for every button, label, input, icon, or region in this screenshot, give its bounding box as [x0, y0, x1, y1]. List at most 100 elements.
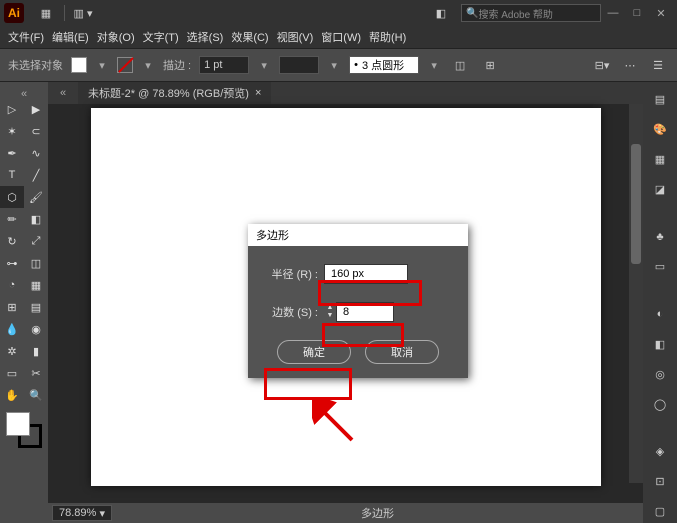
separator	[64, 5, 65, 21]
align-icon[interactable]: ⊟▾	[591, 54, 613, 76]
menu-select[interactable]: 选择(S)	[187, 29, 224, 45]
hand-tool[interactable]: ✋	[0, 384, 24, 406]
variable-width-profile[interactable]	[279, 56, 319, 74]
stroke-weight-dropdown-icon[interactable]: ▾	[257, 59, 271, 72]
symbols-panel-icon[interactable]: ♣	[648, 226, 672, 248]
brush-definition[interactable]: • 3 点圆形	[349, 56, 419, 74]
style-icon[interactable]: ⊞	[479, 54, 501, 76]
color-panel-icon[interactable]: 🎨	[648, 118, 672, 140]
gradient-tool[interactable]: ▤	[24, 296, 48, 318]
opacity-icon[interactable]: ◫	[449, 54, 471, 76]
type-tool[interactable]: T	[0, 164, 24, 186]
direct-selection-tool[interactable]: ▶	[24, 98, 48, 120]
menu-file[interactable]: 文件(F)	[8, 29, 44, 45]
fill-dropdown-icon[interactable]: ▾	[95, 59, 109, 72]
layers-panel-icon[interactable]: ◈	[648, 441, 672, 463]
stroke-label: 描边 :	[163, 57, 191, 73]
brushes-panel-icon[interactable]: ◪	[648, 178, 672, 200]
arrange-docs-icon[interactable]: ▥ ▾	[71, 3, 95, 23]
graphic-styles-panel-icon[interactable]: ◯	[648, 393, 672, 415]
magic-wand-tool[interactable]: ✶	[0, 120, 24, 142]
properties-panel-icon[interactable]: ▤	[648, 88, 672, 110]
status-bar: 78.89%▾ 多边形	[48, 503, 643, 523]
menu-bar: 文件(F) 编辑(E) 对象(O) 文字(T) 选择(S) 效果(C) 视图(V…	[0, 26, 677, 48]
artboards-panel-icon[interactable]: ▢	[648, 501, 672, 523]
minimize-button[interactable]: —	[601, 3, 625, 23]
brush-dropdown-icon[interactable]: ▾	[427, 59, 441, 72]
polygon-tool[interactable]: ⬡	[0, 186, 24, 208]
shaper-tool[interactable]: ✏	[0, 208, 24, 230]
toolbox-collapse-icon[interactable]: «	[0, 88, 48, 98]
sides-stepper[interactable]: ▲▼	[324, 302, 336, 322]
lasso-tool[interactable]: ⊂	[24, 120, 48, 142]
search-placeholder: 搜索 Adobe 帮助	[478, 6, 552, 21]
zoom-input[interactable]: 78.89%▾	[52, 505, 112, 521]
scale-tool[interactable]: ⤢	[24, 230, 48, 252]
eyedropper-tool[interactable]: 💧	[0, 318, 24, 340]
curvature-tool[interactable]: ∿	[24, 142, 48, 164]
free-transform-tool[interactable]: ◫	[24, 252, 48, 274]
preferences-icon[interactable]: ⋯	[619, 54, 641, 76]
stroke-dropdown-icon[interactable]: ▾	[141, 59, 155, 72]
menu-help[interactable]: 帮助(H)	[369, 29, 406, 45]
maximize-button[interactable]: □	[625, 3, 649, 23]
rotate-tool[interactable]: ↻	[0, 230, 24, 252]
panel-menu-icon[interactable]: ☰	[647, 54, 669, 76]
paintbrush-tool[interactable]: 🖌	[24, 186, 48, 208]
menu-edit[interactable]: 编辑(E)	[52, 29, 89, 45]
toolbox: « ▷▶ ✶⊂ ✒∿ T╱ ⬡🖌 ✏◧ ↻⤢ ⊶◫ ◔▦ ⊞▤ 💧◉ ✲▮ ▭✂…	[0, 82, 48, 523]
panel-collapse-icon[interactable]: «	[48, 87, 78, 99]
slice-tool[interactable]: ✂	[24, 362, 48, 384]
selection-tool[interactable]: ▷	[0, 98, 24, 120]
menu-view[interactable]: 视图(V)	[277, 29, 314, 45]
close-button[interactable]: ✕	[649, 3, 673, 23]
sides-input[interactable]: 8	[336, 302, 394, 322]
shape-builder-tool[interactable]: ◔	[0, 274, 24, 296]
tab-title: 未标题-2* @ 78.89% (RGB/预览)	[88, 85, 249, 101]
fill-color-icon[interactable]	[6, 412, 30, 436]
gpu-icon[interactable]: ◧	[429, 3, 453, 23]
appearance-panel-icon[interactable]: ◎	[648, 363, 672, 385]
right-dock: ▤ 🎨 ▦ ◪ ♣ ▭ ◐ ◧ ◎ ◯ ◈ ⊡ ▢	[643, 82, 677, 523]
stroke-panel-icon[interactable]: ▭	[648, 256, 672, 278]
radius-input[interactable]: 160 px	[324, 264, 408, 284]
fill-stroke-control[interactable]	[6, 412, 42, 448]
perspective-tool[interactable]: ▦	[24, 274, 48, 296]
menu-window[interactable]: 窗口(W)	[321, 29, 361, 45]
search-input[interactable]: 🔍 搜索 Adobe 帮助	[461, 4, 601, 22]
stroke-swatch[interactable]	[117, 57, 133, 73]
control-bar: 未选择对象 ▾ ▾ 描边 : 1 pt ▾ ▾ • 3 点圆形 ▾ ◫ ⊞ ⊟▾…	[0, 48, 677, 82]
app-logo: Ai	[4, 3, 24, 23]
menu-object[interactable]: 对象(O)	[97, 29, 135, 45]
gradient-panel-icon[interactable]: ◐	[648, 303, 672, 325]
eraser-tool[interactable]: ◧	[24, 208, 48, 230]
symbol-sprayer-tool[interactable]: ✲	[0, 340, 24, 362]
mesh-tool[interactable]: ⊞	[0, 296, 24, 318]
bridge-icon[interactable]: ▦	[34, 3, 58, 23]
fill-swatch[interactable]	[71, 57, 87, 73]
pen-tool[interactable]: ✒	[0, 142, 24, 164]
menu-effect[interactable]: 效果(C)	[231, 29, 268, 45]
menu-type[interactable]: 文字(T)	[143, 29, 179, 45]
asset-export-panel-icon[interactable]: ⊡	[648, 471, 672, 493]
title-bar: Ai ▦ ▥ ▾ ◧ 🔍 搜索 Adobe 帮助 — □ ✕	[0, 0, 677, 26]
graph-tool[interactable]: ▮	[24, 340, 48, 362]
width-tool[interactable]: ⊶	[0, 252, 24, 274]
transparency-panel-icon[interactable]: ◧	[648, 333, 672, 355]
cancel-button[interactable]: 取消	[365, 340, 439, 364]
scrollbar-thumb[interactable]	[631, 144, 641, 264]
radius-label: 半径 (R) :	[262, 266, 324, 282]
profile-dropdown-icon[interactable]: ▾	[327, 59, 341, 72]
sides-label: 边数 (S) :	[262, 304, 324, 320]
zoom-tool[interactable]: 🔍	[24, 384, 48, 406]
line-tool[interactable]: ╱	[24, 164, 48, 186]
vertical-scrollbar[interactable]	[629, 104, 643, 483]
stroke-weight-input[interactable]: 1 pt	[199, 56, 249, 74]
tab-close-icon[interactable]: ×	[255, 87, 261, 99]
swatches-panel-icon[interactable]: ▦	[648, 148, 672, 170]
ok-button[interactable]: 确定	[277, 340, 351, 364]
blend-tool[interactable]: ◉	[24, 318, 48, 340]
artboard-tool[interactable]: ▭	[0, 362, 24, 384]
selection-label: 未选择对象	[8, 57, 63, 73]
document-tab[interactable]: 未标题-2* @ 78.89% (RGB/预览) ×	[78, 82, 271, 104]
